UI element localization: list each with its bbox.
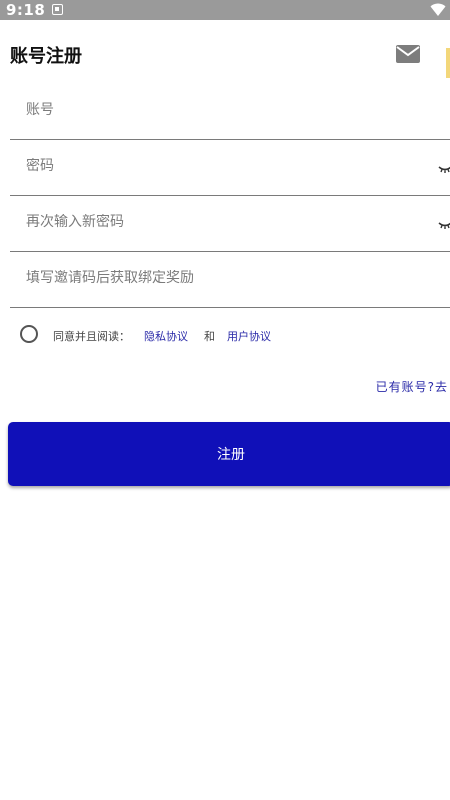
- status-bar: 9:18: [0, 0, 450, 20]
- privacy-policy-link[interactable]: 隐私协议: [144, 328, 188, 344]
- notification-icon: [52, 4, 63, 15]
- eye-icon[interactable]: [438, 216, 450, 230]
- user-agreement-link[interactable]: 用户协议: [227, 328, 271, 344]
- mail-icon[interactable]: [395, 44, 421, 64]
- invite-code-field[interactable]: [10, 252, 450, 308]
- account-field[interactable]: [10, 84, 450, 140]
- agreement-row: 同意并且阅读： 隐私协议 和 用户协议: [20, 324, 440, 346]
- agreement-and: 和: [204, 330, 215, 343]
- password-field[interactable]: [10, 140, 450, 196]
- agreement-radio[interactable]: [20, 325, 38, 343]
- status-time: 9:18: [6, 1, 46, 19]
- password-input[interactable]: [26, 158, 426, 174]
- page-title: 账号注册: [10, 46, 82, 67]
- wifi-icon: [430, 2, 446, 21]
- invite-code-input[interactable]: [26, 270, 426, 286]
- edge-decoration: [446, 48, 450, 78]
- eye-icon[interactable]: [438, 160, 450, 174]
- account-input[interactable]: [26, 102, 426, 118]
- confirm-password-input[interactable]: [26, 214, 426, 230]
- login-link[interactable]: 已有账号?去: [376, 378, 448, 395]
- header: 账号注册: [0, 20, 450, 86]
- confirm-password-field[interactable]: [10, 196, 450, 252]
- register-button[interactable]: 注册: [8, 422, 450, 486]
- agreement-prefix: 同意并且阅读：: [53, 330, 130, 343]
